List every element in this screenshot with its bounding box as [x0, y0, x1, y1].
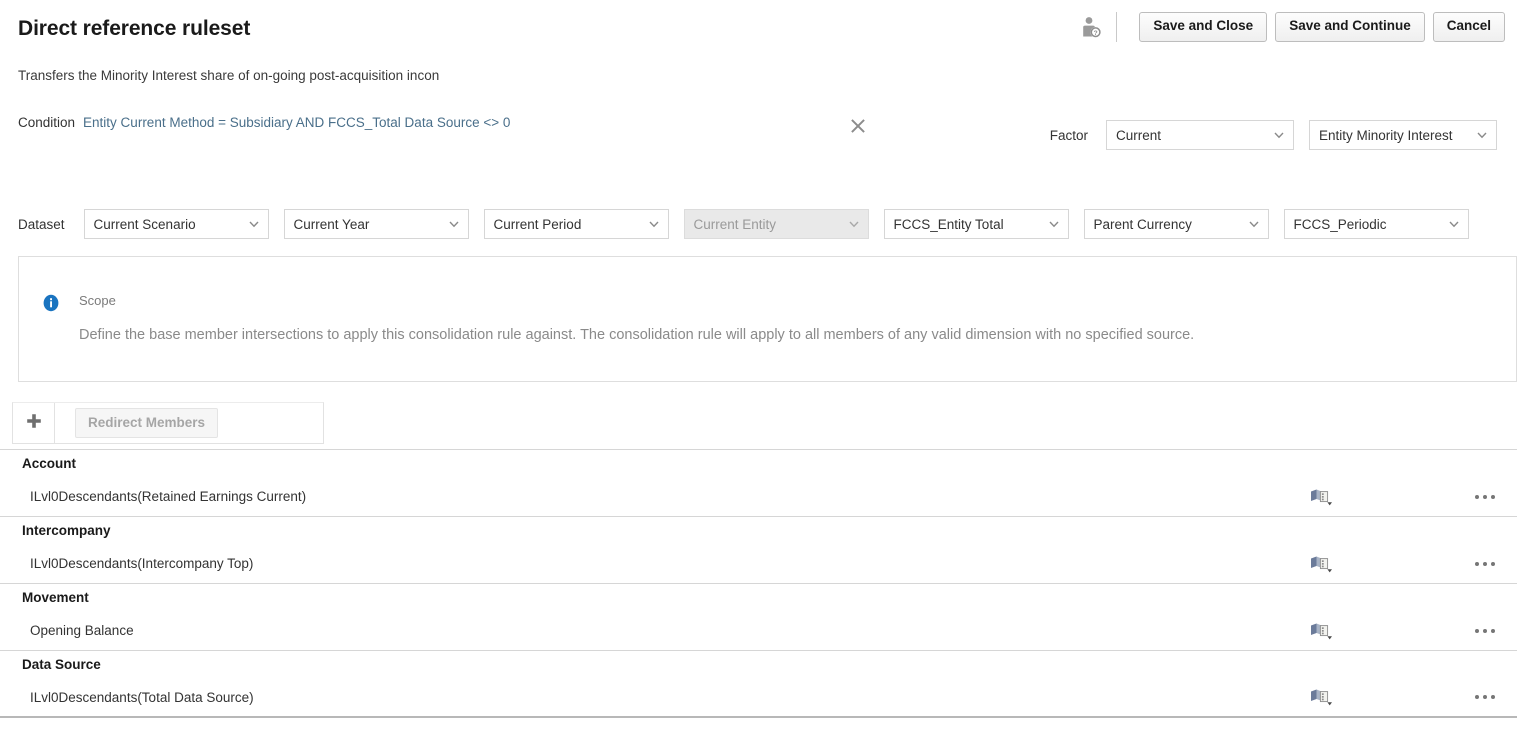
dataset-scenario-select[interactable]: Current Scenario	[84, 209, 269, 239]
dataset-view-value: FCCS_Periodic	[1294, 217, 1387, 232]
dimension-group-account: Account ILvl0Descendants(Retained Earnin…	[0, 449, 1517, 517]
scope-members-table: Account ILvl0Descendants(Retained Earnin…	[0, 449, 1517, 718]
members-toolbar: Redirect Members	[12, 402, 324, 444]
table-row[interactable]: ILvl0Descendants(Total Data Source)	[0, 678, 1517, 718]
dataset-period-value: Current Period	[494, 217, 582, 232]
chevron-down-icon	[1248, 218, 1260, 230]
condition-value-link[interactable]: Entity Current Method = Subsidiary AND F…	[83, 115, 510, 130]
factor-type-value: Current	[1116, 128, 1161, 143]
dimension-group-data-source: Data Source ILvl0Descendants(Total Data …	[0, 651, 1517, 718]
overflow-menu-icon[interactable]	[1470, 555, 1500, 573]
dataset-entity-select: Current Entity	[684, 209, 869, 239]
chevron-down-icon	[1273, 129, 1285, 141]
condition-row: Condition Entity Current Method = Subsid…	[18, 115, 510, 130]
dataset-label: Dataset	[18, 217, 65, 232]
chevron-down-icon	[848, 218, 860, 230]
dimension-header: Intercompany	[0, 517, 1517, 544]
chevron-down-icon	[1048, 218, 1060, 230]
factor-group: Factor Current Entity Minority Interest	[1018, 120, 1497, 150]
chevron-down-icon	[448, 218, 460, 230]
factor-type-select[interactable]: Current	[1106, 120, 1294, 150]
ruleset-description: Transfers the Minority Interest share of…	[18, 68, 439, 83]
factor-member-select[interactable]: Entity Minority Interest	[1309, 120, 1497, 150]
dimension-group-intercompany: Intercompany ILvl0Descendants(Intercompa…	[0, 517, 1517, 584]
factor-member-value: Entity Minority Interest	[1319, 128, 1453, 143]
scope-info-box: Scope Define the base member intersectio…	[18, 256, 1517, 382]
svg-text:?: ?	[1094, 30, 1098, 37]
cancel-button[interactable]: Cancel	[1433, 12, 1505, 42]
ruleset-editor-page: Direct reference ruleset ? Save and Clos…	[0, 0, 1517, 742]
save-and-continue-button[interactable]: Save and Continue	[1275, 12, 1425, 42]
table-row[interactable]: ILvl0Descendants(Intercompany Top)	[0, 544, 1517, 584]
overflow-menu-icon[interactable]	[1470, 688, 1500, 706]
dataset-view-select[interactable]: FCCS_Periodic	[1284, 209, 1469, 239]
page-title: Direct reference ruleset	[18, 17, 250, 41]
member-expression: Opening Balance	[0, 623, 134, 638]
table-row[interactable]: Opening Balance	[0, 611, 1517, 651]
member-selector-icon[interactable]	[1308, 621, 1340, 641]
dataset-scenario-value: Current Scenario	[94, 217, 196, 232]
header-divider	[1116, 12, 1117, 42]
dimension-header: Data Source	[0, 651, 1517, 678]
chevron-down-icon	[1476, 129, 1488, 141]
overflow-menu-icon[interactable]	[1470, 488, 1500, 506]
chevron-down-icon	[248, 218, 260, 230]
dataset-consolidation-select[interactable]: FCCS_Entity Total	[884, 209, 1069, 239]
header-actions: ? Save and Close Save and Continue Cance…	[1074, 12, 1505, 42]
redirect-members-button[interactable]: Redirect Members	[75, 408, 218, 438]
chevron-down-icon	[648, 218, 660, 230]
overflow-menu-icon[interactable]	[1470, 622, 1500, 640]
member-expression: ILvl0Descendants(Total Data Source)	[0, 690, 254, 705]
scope-description: Define the base member intersections to …	[79, 327, 1194, 343]
user-help-icon[interactable]: ?	[1074, 12, 1108, 42]
plus-icon	[25, 412, 43, 435]
dimension-group-movement: Movement Opening Balance	[0, 584, 1517, 651]
member-selector-icon[interactable]	[1308, 554, 1340, 574]
add-member-button[interactable]	[13, 403, 55, 443]
scope-title: Scope	[79, 293, 116, 308]
member-expression: ILvl0Descendants(Intercompany Top)	[0, 556, 253, 571]
dataset-row: Dataset Current Scenario Current Year Cu…	[18, 209, 1484, 239]
dataset-currency-select[interactable]: Parent Currency	[1084, 209, 1269, 239]
member-selector-icon[interactable]	[1308, 687, 1340, 707]
table-row[interactable]: ILvl0Descendants(Retained Earnings Curre…	[0, 477, 1517, 517]
dimension-header: Account	[0, 450, 1517, 477]
dataset-currency-value: Parent Currency	[1094, 217, 1192, 232]
factor-label: Factor	[1018, 128, 1088, 143]
dataset-entity-value: Current Entity	[694, 217, 777, 232]
dimension-header: Movement	[0, 584, 1517, 611]
chevron-down-icon	[1448, 218, 1460, 230]
condition-label: Condition	[18, 115, 75, 130]
member-expression: ILvl0Descendants(Retained Earnings Curre…	[0, 489, 306, 504]
dataset-year-select[interactable]: Current Year	[284, 209, 469, 239]
save-and-close-button[interactable]: Save and Close	[1139, 12, 1267, 42]
info-icon	[42, 294, 60, 312]
dataset-year-value: Current Year	[294, 217, 370, 232]
dataset-consolidation-value: FCCS_Entity Total	[894, 217, 1004, 232]
dataset-period-select[interactable]: Current Period	[484, 209, 669, 239]
member-selector-icon[interactable]	[1308, 487, 1340, 507]
close-icon[interactable]	[846, 113, 870, 139]
